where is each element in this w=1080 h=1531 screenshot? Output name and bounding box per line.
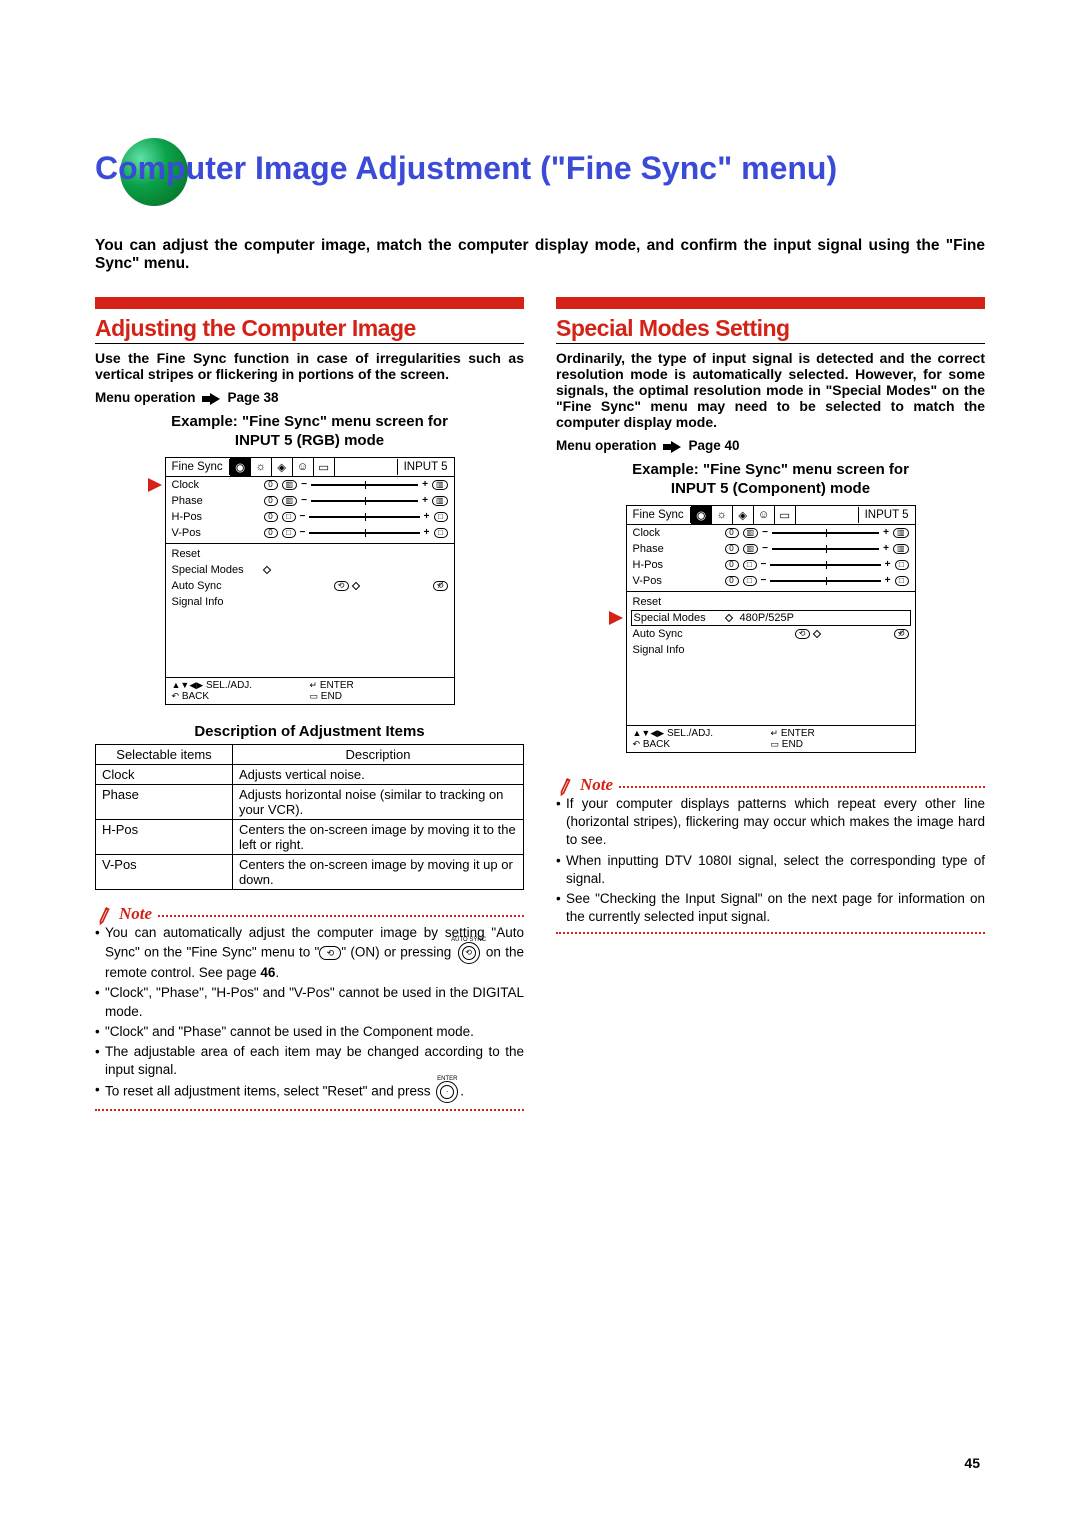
example-caption-line1: Example: "Fine Sync" menu screen for xyxy=(556,461,985,480)
note-item: "Clock" and "Phase" cannot be used in th… xyxy=(95,1023,524,1041)
osd-tab-icons: ◉ ☼ ◈ ☺ ▭ xyxy=(230,458,335,476)
osd-title: Fine Sync xyxy=(166,459,230,475)
tab-status-icon: ▭ xyxy=(775,506,796,524)
note-item: See "Checking the Input Signal" on the n… xyxy=(556,890,985,926)
menu-operation-ref: Menu operation Page 38 xyxy=(95,390,524,405)
diamond-icon xyxy=(724,614,732,622)
pencil-icon xyxy=(92,901,118,927)
sync-off-icon: ⟲̸ xyxy=(894,629,909,639)
tab-options2-icon: ◈ xyxy=(272,458,293,476)
section-heading-special: Special Modes Setting xyxy=(556,315,985,344)
osd-footer: ▲▼◀▶ SEL./ADJ. ↵ ENTER ↶ BACK ▭ END xyxy=(166,677,454,704)
enter-button-icon: ENTER· xyxy=(436,1081,458,1103)
table-header-items: Selectable items xyxy=(96,744,233,764)
table-row: H-PosCenters the on-screen image by movi… xyxy=(96,819,524,854)
section-bar xyxy=(556,297,985,309)
sync-on-icon: ⟲ xyxy=(334,581,349,591)
menu-op-prefix: Menu operation xyxy=(95,390,196,405)
note-box-left: Note You can automatically adjust the co… xyxy=(95,906,524,1112)
pointer-icon xyxy=(148,478,162,492)
example-caption-line2: INPUT 5 (RGB) mode xyxy=(95,432,524,451)
osd-row-vpos: V-Pos0□−+□ xyxy=(627,573,915,589)
osd-menu-component: Fine Sync ◉ ☼ ◈ ☺ ▭ INPUT 5 Clock0▥−+▥ P… xyxy=(626,505,916,753)
note-box-right: Note If your computer displays patterns … xyxy=(556,777,985,935)
note-item: When inputting DTV 1080I signal, select … xyxy=(556,852,985,888)
menu-op-page: Page 38 xyxy=(228,390,279,405)
table-row: V-PosCenters the on-screen image by movi… xyxy=(96,854,524,889)
note-item: The adjustable area of each item may be … xyxy=(95,1043,524,1079)
osd-row-phase: Phase0▥−+▥ xyxy=(627,541,915,557)
osd-row-special: Special Modes xyxy=(166,562,454,578)
table-row: PhaseAdjusts horizontal noise (similar t… xyxy=(96,784,524,819)
adjusting-description: Use the Fine Sync function in case of ir… xyxy=(95,350,524,382)
tab-options1-icon: ☼ xyxy=(712,506,733,524)
osd-title: Fine Sync xyxy=(627,507,691,523)
note-item: If your computer displays patterns which… xyxy=(556,795,985,850)
tab-options2-icon: ◈ xyxy=(733,506,754,524)
arrow-right-icon xyxy=(202,390,222,405)
tab-finesync-icon: ◉ xyxy=(691,506,712,524)
osd-row-special-highlighted: Special Modes480P/525P xyxy=(631,610,911,626)
menu-op-page: Page 40 xyxy=(689,438,740,453)
note-label: Note xyxy=(95,904,158,924)
sync-off-icon: ⟲̸ xyxy=(433,581,448,591)
autosync-button-icon: AUTO SYNC⟲ xyxy=(458,942,480,964)
pointer-icon xyxy=(609,611,623,625)
note-item: You can automatically adjust the compute… xyxy=(95,924,524,982)
section-bar xyxy=(95,297,524,309)
special-description: Ordinarily, the type of input signal is … xyxy=(556,350,985,430)
menu-operation-ref: Menu operation Page 40 xyxy=(556,438,985,453)
osd-row-phase: Phase0▥−+▥ xyxy=(166,493,454,509)
page-number: 45 xyxy=(964,1455,980,1471)
menu-op-prefix: Menu operation xyxy=(556,438,657,453)
osd-input-label: INPUT 5 xyxy=(858,507,915,523)
special-modes-value: 480P/525P xyxy=(740,612,794,624)
note-item: "Clock", "Phase", "H-Pos" and "V-Pos" ca… xyxy=(95,984,524,1020)
osd-row-vpos: V-Pos0□−+□ xyxy=(166,525,454,541)
sync-on-icon: ⟲ xyxy=(319,946,341,960)
tab-language-icon: ☺ xyxy=(293,458,314,476)
osd-row-clock: Clock0▥−+▥ xyxy=(627,525,915,541)
note-item: To reset all adjustment items, select "R… xyxy=(95,1081,524,1103)
right-column: Special Modes Setting Ordinarily, the ty… xyxy=(556,297,985,1111)
pencil-icon xyxy=(553,772,579,798)
table-header-desc: Description xyxy=(232,744,523,764)
osd-row-signal: Signal Info xyxy=(627,642,915,658)
osd-row-autosync: Auto Sync⟲⟲̸ xyxy=(627,626,915,642)
osd-row-hpos: H-Pos0□−+□ xyxy=(166,509,454,525)
osd-row-signal: Signal Info xyxy=(166,594,454,610)
example-caption-right: Example: "Fine Sync" menu screen for INP… xyxy=(556,461,985,499)
osd-row-autosync: Auto Sync⟲⟲̸ xyxy=(166,578,454,594)
description-table: Selectable items Description ClockAdjust… xyxy=(95,744,524,890)
tab-options1-icon: ☼ xyxy=(251,458,272,476)
page-title: Computer Image Adjustment ("Fine Sync" m… xyxy=(95,150,985,187)
osd-row-hpos: H-Pos0□−+□ xyxy=(627,557,915,573)
example-caption-line1: Example: "Fine Sync" menu screen for xyxy=(95,413,524,432)
osd-menu-rgb: Fine Sync ◉ ☼ ◈ ☺ ▭ INPUT 5 Clock0▥−+▥ xyxy=(165,457,455,705)
left-column: Adjusting the Computer Image Use the Fin… xyxy=(95,297,524,1111)
osd-tab-icons: ◉ ☼ ◈ ☺ ▭ xyxy=(691,506,796,524)
note-label: Note xyxy=(556,775,619,795)
arrow-right-icon xyxy=(663,438,683,453)
example-caption-line2: INPUT 5 (Component) mode xyxy=(556,480,985,499)
sync-on-icon: ⟲ xyxy=(795,629,810,639)
tab-status-icon: ▭ xyxy=(314,458,335,476)
osd-input-label: INPUT 5 xyxy=(397,459,454,475)
tab-language-icon: ☺ xyxy=(754,506,775,524)
intro-paragraph: You can adjust the computer image, match… xyxy=(95,237,985,273)
desc-table-caption: Description of Adjustment Items xyxy=(95,723,524,740)
example-caption-left: Example: "Fine Sync" menu screen for INP… xyxy=(95,413,524,451)
osd-footer: ▲▼◀▶ SEL./ADJ. ↵ ENTER ↶ BACK ▭ END xyxy=(627,725,915,752)
title-block: Computer Image Adjustment ("Fine Sync" m… xyxy=(95,150,985,187)
osd-row-clock: Clock0▥−+▥ xyxy=(166,477,454,493)
osd-row-reset: Reset xyxy=(627,594,915,610)
section-heading-adjusting: Adjusting the Computer Image xyxy=(95,315,524,344)
osd-row-reset: Reset xyxy=(166,546,454,562)
diamond-icon xyxy=(262,566,270,574)
table-row: ClockAdjusts vertical noise. xyxy=(96,764,524,784)
tab-finesync-icon: ◉ xyxy=(230,458,251,476)
